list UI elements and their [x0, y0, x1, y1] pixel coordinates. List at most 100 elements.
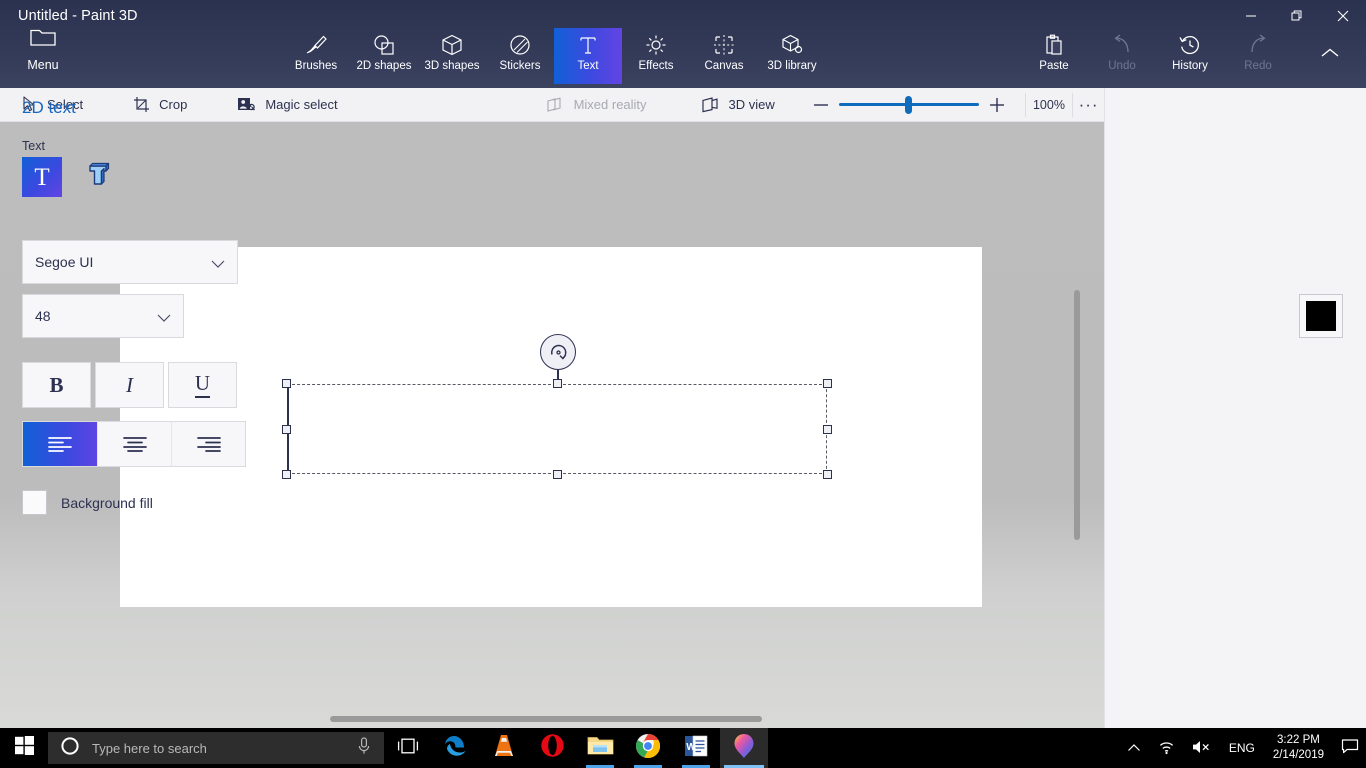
opera-icon	[540, 733, 565, 763]
menu-label: Menu	[27, 58, 58, 72]
paint-3d-window: Untitled - Paint 3D	[0, 0, 1366, 768]
redo-button[interactable]: Redo	[1224, 28, 1292, 84]
clock[interactable]: 3:22 PM 2/14/2019	[1263, 733, 1334, 763]
ribbon-actions: Paste Undo	[1020, 28, 1292, 84]
more-options-button[interactable]: ···	[1073, 88, 1104, 122]
3d-view-label: 3D view	[729, 97, 775, 112]
background-fill-row[interactable]: Background fill	[22, 490, 153, 515]
word-icon: W	[684, 734, 708, 763]
tool-canvas[interactable]: Canvas	[690, 28, 758, 84]
resize-handle-top-right[interactable]	[823, 379, 832, 388]
bold-label: B	[49, 373, 63, 398]
2d-shapes-icon	[373, 34, 395, 56]
font-family-value: Segoe UI	[35, 254, 93, 270]
resize-handle-middle-left[interactable]	[282, 425, 291, 434]
3d-view-icon	[701, 97, 720, 113]
taskbar-app-microsoft-edge[interactable]	[432, 728, 480, 768]
tool-text[interactable]: Text	[554, 28, 622, 84]
search-box[interactable]: Type here to search	[48, 732, 384, 764]
tool-effects[interactable]: Effects	[622, 28, 690, 84]
zoom-out-button[interactable]	[803, 88, 839, 122]
tool-3d-library[interactable]: 3D library	[758, 28, 826, 84]
sub-toolbar: Select Crop Ma	[0, 88, 1104, 122]
file-explorer-icon	[587, 734, 614, 762]
crop-label: Crop	[159, 97, 187, 112]
taskbar-app-file-explorer[interactable]	[576, 728, 624, 768]
zoom-slider-thumb[interactable]	[905, 96, 912, 114]
text-type-3d-button[interactable]	[78, 157, 118, 197]
background-fill-checkbox[interactable]	[22, 490, 47, 515]
volume-button[interactable]	[1183, 739, 1221, 758]
magic-select-label: Magic select	[265, 97, 337, 112]
action-center-button[interactable]	[1334, 728, 1366, 768]
rotate-handle[interactable]	[540, 334, 576, 370]
taskbar-app-paint-3d[interactable]	[720, 728, 768, 768]
resize-handle-middle-right[interactable]	[823, 425, 832, 434]
resize-handle-bottom-right[interactable]	[823, 470, 832, 479]
color-chip	[1306, 301, 1336, 331]
paste-button[interactable]: Paste	[1020, 28, 1088, 84]
tool-label: Canvas	[705, 60, 744, 72]
taskbar-app-vlc-media-player[interactable]	[480, 728, 528, 768]
microphone-icon[interactable]	[356, 737, 372, 760]
svg-text:W: W	[686, 742, 696, 753]
edge-icon	[443, 733, 469, 764]
horizontal-scrollbar[interactable]	[330, 716, 762, 722]
underline-button[interactable]: U	[168, 362, 237, 408]
align-center-button[interactable]	[97, 422, 171, 466]
3d-library-icon	[781, 34, 803, 56]
italic-label: I	[126, 373, 133, 398]
tool-2d-shapes[interactable]: 2D shapes	[350, 28, 418, 84]
effects-icon	[645, 34, 667, 56]
italic-button[interactable]: I	[95, 362, 164, 408]
history-icon	[1179, 34, 1201, 56]
collapse-ribbon-button[interactable]	[1310, 40, 1350, 70]
undo-icon	[1111, 34, 1133, 56]
text-properties-panel	[1104, 88, 1366, 728]
taskbar-app-opera-browser[interactable]	[528, 728, 576, 768]
start-button[interactable]	[0, 728, 48, 768]
text-box-selection[interactable]	[287, 384, 827, 474]
action-center-icon	[1341, 738, 1359, 759]
tool-label: 3D shapes	[425, 60, 480, 72]
window-title: Untitled - Paint 3D	[18, 8, 138, 24]
tool-brushes[interactable]: Brushes	[282, 28, 350, 84]
text-box-border	[287, 384, 827, 474]
tool-stickers[interactable]: Stickers	[486, 28, 554, 84]
task-view-button[interactable]	[384, 728, 432, 768]
resize-handle-bottom-left[interactable]	[282, 470, 291, 479]
underline-label: U	[195, 372, 210, 397]
menu-button[interactable]: Menu	[14, 28, 72, 72]
language-indicator[interactable]: ENG	[1221, 741, 1263, 755]
search-input[interactable]: Type here to search	[92, 741, 344, 756]
panel-section-label: Text	[22, 139, 45, 153]
zoom-in-button[interactable]	[979, 88, 1015, 122]
undo-button[interactable]: Undo	[1088, 28, 1156, 84]
tool-3d-shapes[interactable]: 3D shapes	[418, 28, 486, 84]
bold-button[interactable]: B	[22, 362, 91, 408]
text-color-button[interactable]	[1299, 294, 1343, 338]
history-button[interactable]: History	[1156, 28, 1224, 84]
resize-handle-top-center[interactable]	[553, 379, 562, 388]
align-left-button[interactable]	[23, 422, 97, 466]
mixed-reality-tool[interactable]: Mixed reality	[532, 88, 661, 122]
tool-label: Text	[577, 60, 598, 72]
vertical-scrollbar[interactable]	[1074, 290, 1080, 540]
resize-handle-bottom-center[interactable]	[553, 470, 562, 479]
zoom-slider[interactable]	[839, 88, 979, 122]
magic-select-tool[interactable]: Magic select	[223, 88, 351, 122]
3d-view-tool[interactable]: 3D view	[687, 88, 789, 122]
text-type-2d-button[interactable]: T	[22, 157, 62, 197]
close-button[interactable]	[1320, 0, 1366, 32]
show-hidden-icons-button[interactable]	[1119, 743, 1149, 753]
taskbar-app-google-chrome[interactable]	[624, 728, 672, 768]
align-right-button[interactable]	[171, 422, 245, 466]
network-button[interactable]	[1149, 739, 1183, 758]
taskbar-app-microsoft-word[interactable]: W	[672, 728, 720, 768]
resize-handle-top-left[interactable]	[282, 379, 291, 388]
redo-icon	[1247, 34, 1269, 56]
drawing-canvas[interactable]	[120, 247, 982, 607]
font-size-dropdown[interactable]: 48	[22, 294, 184, 338]
crop-tool[interactable]: Crop	[119, 88, 201, 122]
font-family-dropdown[interactable]: Segoe UI	[22, 240, 238, 284]
